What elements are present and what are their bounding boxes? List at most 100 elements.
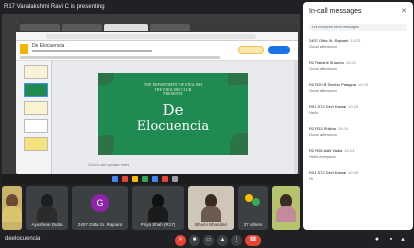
person-body — [37, 206, 57, 222]
present-icon[interactable]: ▲ — [217, 235, 228, 246]
message-text: Good afternoon — [309, 44, 337, 49]
message-text: Hi — [309, 176, 313, 181]
presenting-banner: R17 Varalakshmi Ravi C is presenting — [4, 4, 105, 10]
participant-video — [201, 194, 221, 222]
participant-name: 2407 Gitta Sr. Rajnant — [77, 222, 123, 227]
message-time: 10:23 — [345, 60, 356, 65]
leaf-decoration — [98, 135, 114, 155]
chat-message: R01 S72 Devi Kamal 10:25 Hi — [309, 170, 409, 181]
shared-browser-window: De Elocuencia THE DEPARTMENT OF ENGLISH … — [16, 22, 298, 174]
chat-message: R2 R20 B Sindhu Patagna 10:23 Good aftern… — [309, 82, 409, 93]
participant-video — [2, 194, 22, 222]
taskbar-app-icon — [162, 176, 168, 182]
message-sender: R01 S72 Devi Kamal — [309, 170, 347, 175]
taskbar-app-icon — [112, 176, 118, 182]
message-text: Good afternoon — [309, 132, 337, 137]
participant-name: Priya Shah (R17) — [140, 222, 176, 227]
browser-tab — [20, 24, 60, 31]
participant-count: 37 others — [243, 222, 263, 227]
end-call-icon[interactable]: ☎ — [245, 235, 261, 246]
current-slide: THE DEPARTMENT OF ENGLISH THE ENGLISH CL… — [98, 73, 248, 155]
browser-tab-active — [104, 24, 148, 31]
captions-icon[interactable]: ▭ — [203, 235, 214, 246]
message-time: 10:25 — [348, 170, 359, 175]
message-time: 10:24 — [337, 126, 348, 131]
message-sender: R2 Rakshit Sharma — [309, 60, 344, 65]
os-taskbar — [2, 174, 300, 184]
chat-message: 2407 Gitta Sr. Rajnant 10:23 Good afterno… — [309, 38, 409, 49]
participant-tile[interactable]: Priya Shah (R17) — [132, 186, 184, 230]
participant-tile[interactable]: Ayushree Dutta — [26, 186, 68, 230]
share-button — [268, 46, 290, 54]
person-body — [276, 206, 296, 222]
chat-icon[interactable]: ▪ — [386, 235, 396, 245]
participant-strip: Ayushree Dutta G 2407 Gitta Sr. Rajnant … — [2, 186, 300, 230]
self-video — [276, 194, 296, 222]
person-body — [2, 206, 22, 222]
person-body — [201, 206, 221, 222]
slides-logo-icon — [20, 44, 28, 54]
message-sender: R01 S72 Devi Kamal — [309, 104, 347, 109]
chat-message: R2 R06 Aditi Vadia 10:24 Hello everyone — [309, 148, 409, 159]
slide-canvas: THE DEPARTMENT OF ENGLISH THE ENGLISH CL… — [52, 61, 298, 174]
message-sender: 2407 Gitta Sr. Rajnant — [309, 38, 349, 43]
participant-name: Bhumi Bhandari — [194, 222, 228, 227]
message-sender: R2 R33 Shikha — [309, 126, 336, 131]
slide-title-2: Elocuencia — [136, 119, 210, 134]
message-time: 10:24 — [344, 148, 355, 153]
taskbar-app-icon — [172, 176, 178, 182]
slide-thumbnail — [24, 101, 48, 115]
mic-off-icon[interactable]: ✕ — [175, 235, 186, 246]
slide-title-1: De — [162, 101, 184, 119]
participant-tile[interactable] — [2, 186, 22, 230]
meeting-controls: deelocuencia ✕ ■ ▭ ▲ ⋮ ☎ ● ▪ ▴ — [0, 232, 414, 248]
camera-icon[interactable]: ■ — [189, 235, 200, 246]
chat-message: R01 S72 Devi Kamal 10:23 Hello — [309, 104, 409, 115]
message-text: Hello everyone — [309, 154, 336, 159]
speaker-notes: Click to add speaker notes — [88, 163, 130, 167]
slide-thumbnail — [24, 119, 48, 133]
taskbar-app-icon — [152, 176, 158, 182]
slide-header-line: PRESENTS — [163, 92, 183, 97]
chat-panel: In-call messages ✕ Let everyone send mes… — [303, 2, 413, 230]
avatar-dot — [252, 198, 260, 206]
participant-tile[interactable]: G 2407 Gitta Sr. Rajnant — [72, 186, 128, 230]
participant-video — [148, 194, 168, 222]
slide-thumbnail — [24, 137, 48, 151]
person-body — [148, 206, 168, 222]
message-sender: R2 R06 Aditi Vadia — [309, 148, 343, 153]
message-sender: R2 R20 B Sindhu Patagna — [309, 82, 356, 87]
participant-video — [37, 194, 57, 222]
meeting-name: deelocuencia — [5, 236, 41, 242]
meet-window: R17 Varalakshmi Ravi C is presenting De … — [0, 0, 414, 248]
slides-doc-title: De Elocuencia — [32, 43, 65, 49]
slides-toolbar — [20, 56, 220, 59]
taskbar-app-icon — [132, 176, 138, 182]
activities-icon[interactable]: ▴ — [398, 235, 408, 245]
slide-header: THE DEPARTMENT OF ENGLISH THE ENGLISH CL… — [98, 83, 248, 97]
browser-tab — [150, 24, 190, 31]
taskbar-app-icon — [142, 176, 148, 182]
more-participants-tile[interactable]: 37 others — [238, 186, 268, 230]
more-options-icon[interactable]: ⋮ — [231, 235, 242, 246]
participant-tile[interactable]: Bhumi Bhandari — [188, 186, 234, 230]
close-icon[interactable]: ✕ — [401, 7, 407, 15]
leaf-decoration — [230, 133, 248, 155]
chat-message: R2 Rakshit Sharma 10:23 Good afternoon — [309, 60, 409, 71]
url-field — [46, 34, 256, 39]
slides-menu-bar — [32, 50, 152, 52]
people-icon[interactable]: ● — [372, 235, 382, 245]
slide-thumbnail — [24, 65, 48, 79]
slide-thumbnail-active — [24, 83, 48, 97]
message-text: Good afternoon — [309, 66, 337, 71]
message-text: Good afternoon — [309, 88, 337, 93]
browser-tab — [62, 24, 102, 31]
participant-name: Ayushree Dutta — [31, 222, 63, 227]
side-panel-strip — [294, 61, 298, 174]
self-tile[interactable] — [272, 186, 300, 230]
slideshow-button — [238, 46, 264, 54]
participant-avatar: G — [91, 194, 109, 212]
chat-message: R2 R33 Shikha 10:24 Good afternoon — [309, 126, 409, 137]
slides-header: De Elocuencia — [16, 41, 298, 61]
address-bar — [16, 32, 298, 41]
